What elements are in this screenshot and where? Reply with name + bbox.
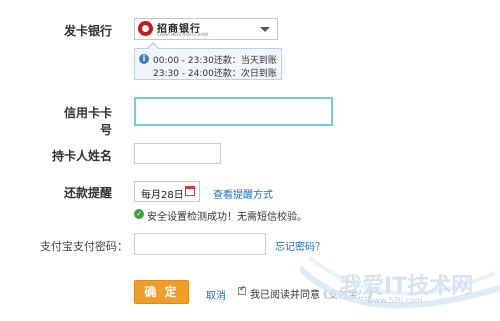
cancel-link[interactable]: 取消 [206,287,226,302]
bank-select[interactable]: 招商银行 CHINA MERCHANTS BANK [134,18,278,40]
bank-subname: CHINA MERCHANTS BANK [157,32,209,37]
view-reminder-methods-link[interactable]: 查看提醒方式 [213,186,273,201]
confirm-button[interactable]: 确 定 [134,280,189,304]
agree-checkbox[interactable] [238,284,246,295]
tip-line-1: 00:00 - 23:30还款：当天到账 [153,56,277,66]
watermark-url: www.52ij.com [367,296,423,305]
repay-time-tooltip: i 00:00 - 23:30还款：当天到账 23:30 - 24:00还款：次… [134,42,282,80]
card-number-label: 信用卡卡号 [63,106,112,137]
chevron-down-icon [260,27,270,32]
reminder-date-value: 每月28日 [141,190,184,201]
holder-name-label: 持卡人姓名 [51,149,112,163]
info-icon: i [139,54,149,64]
reminder-label: 还款提醒 [63,186,112,200]
card-number-field[interactable] [134,97,333,126]
check-icon: ✓ [134,209,144,219]
bank-logo-icon [138,21,153,36]
reminder-date-select[interactable]: 每月28日 [134,181,200,202]
alipay-password-label: 支付宝支付密码： [40,240,128,253]
tip-line-2: 23:30 - 24:00还款：次日到账 [153,69,277,79]
calendar-icon [185,186,195,196]
issuing-bank-label: 发卡银行 [63,24,112,38]
alipay-password-field[interactable] [134,233,266,255]
security-check-message: 安全设置检测成功！无需短信校验。 [147,212,307,223]
holder-name-field[interactable] [134,143,221,164]
